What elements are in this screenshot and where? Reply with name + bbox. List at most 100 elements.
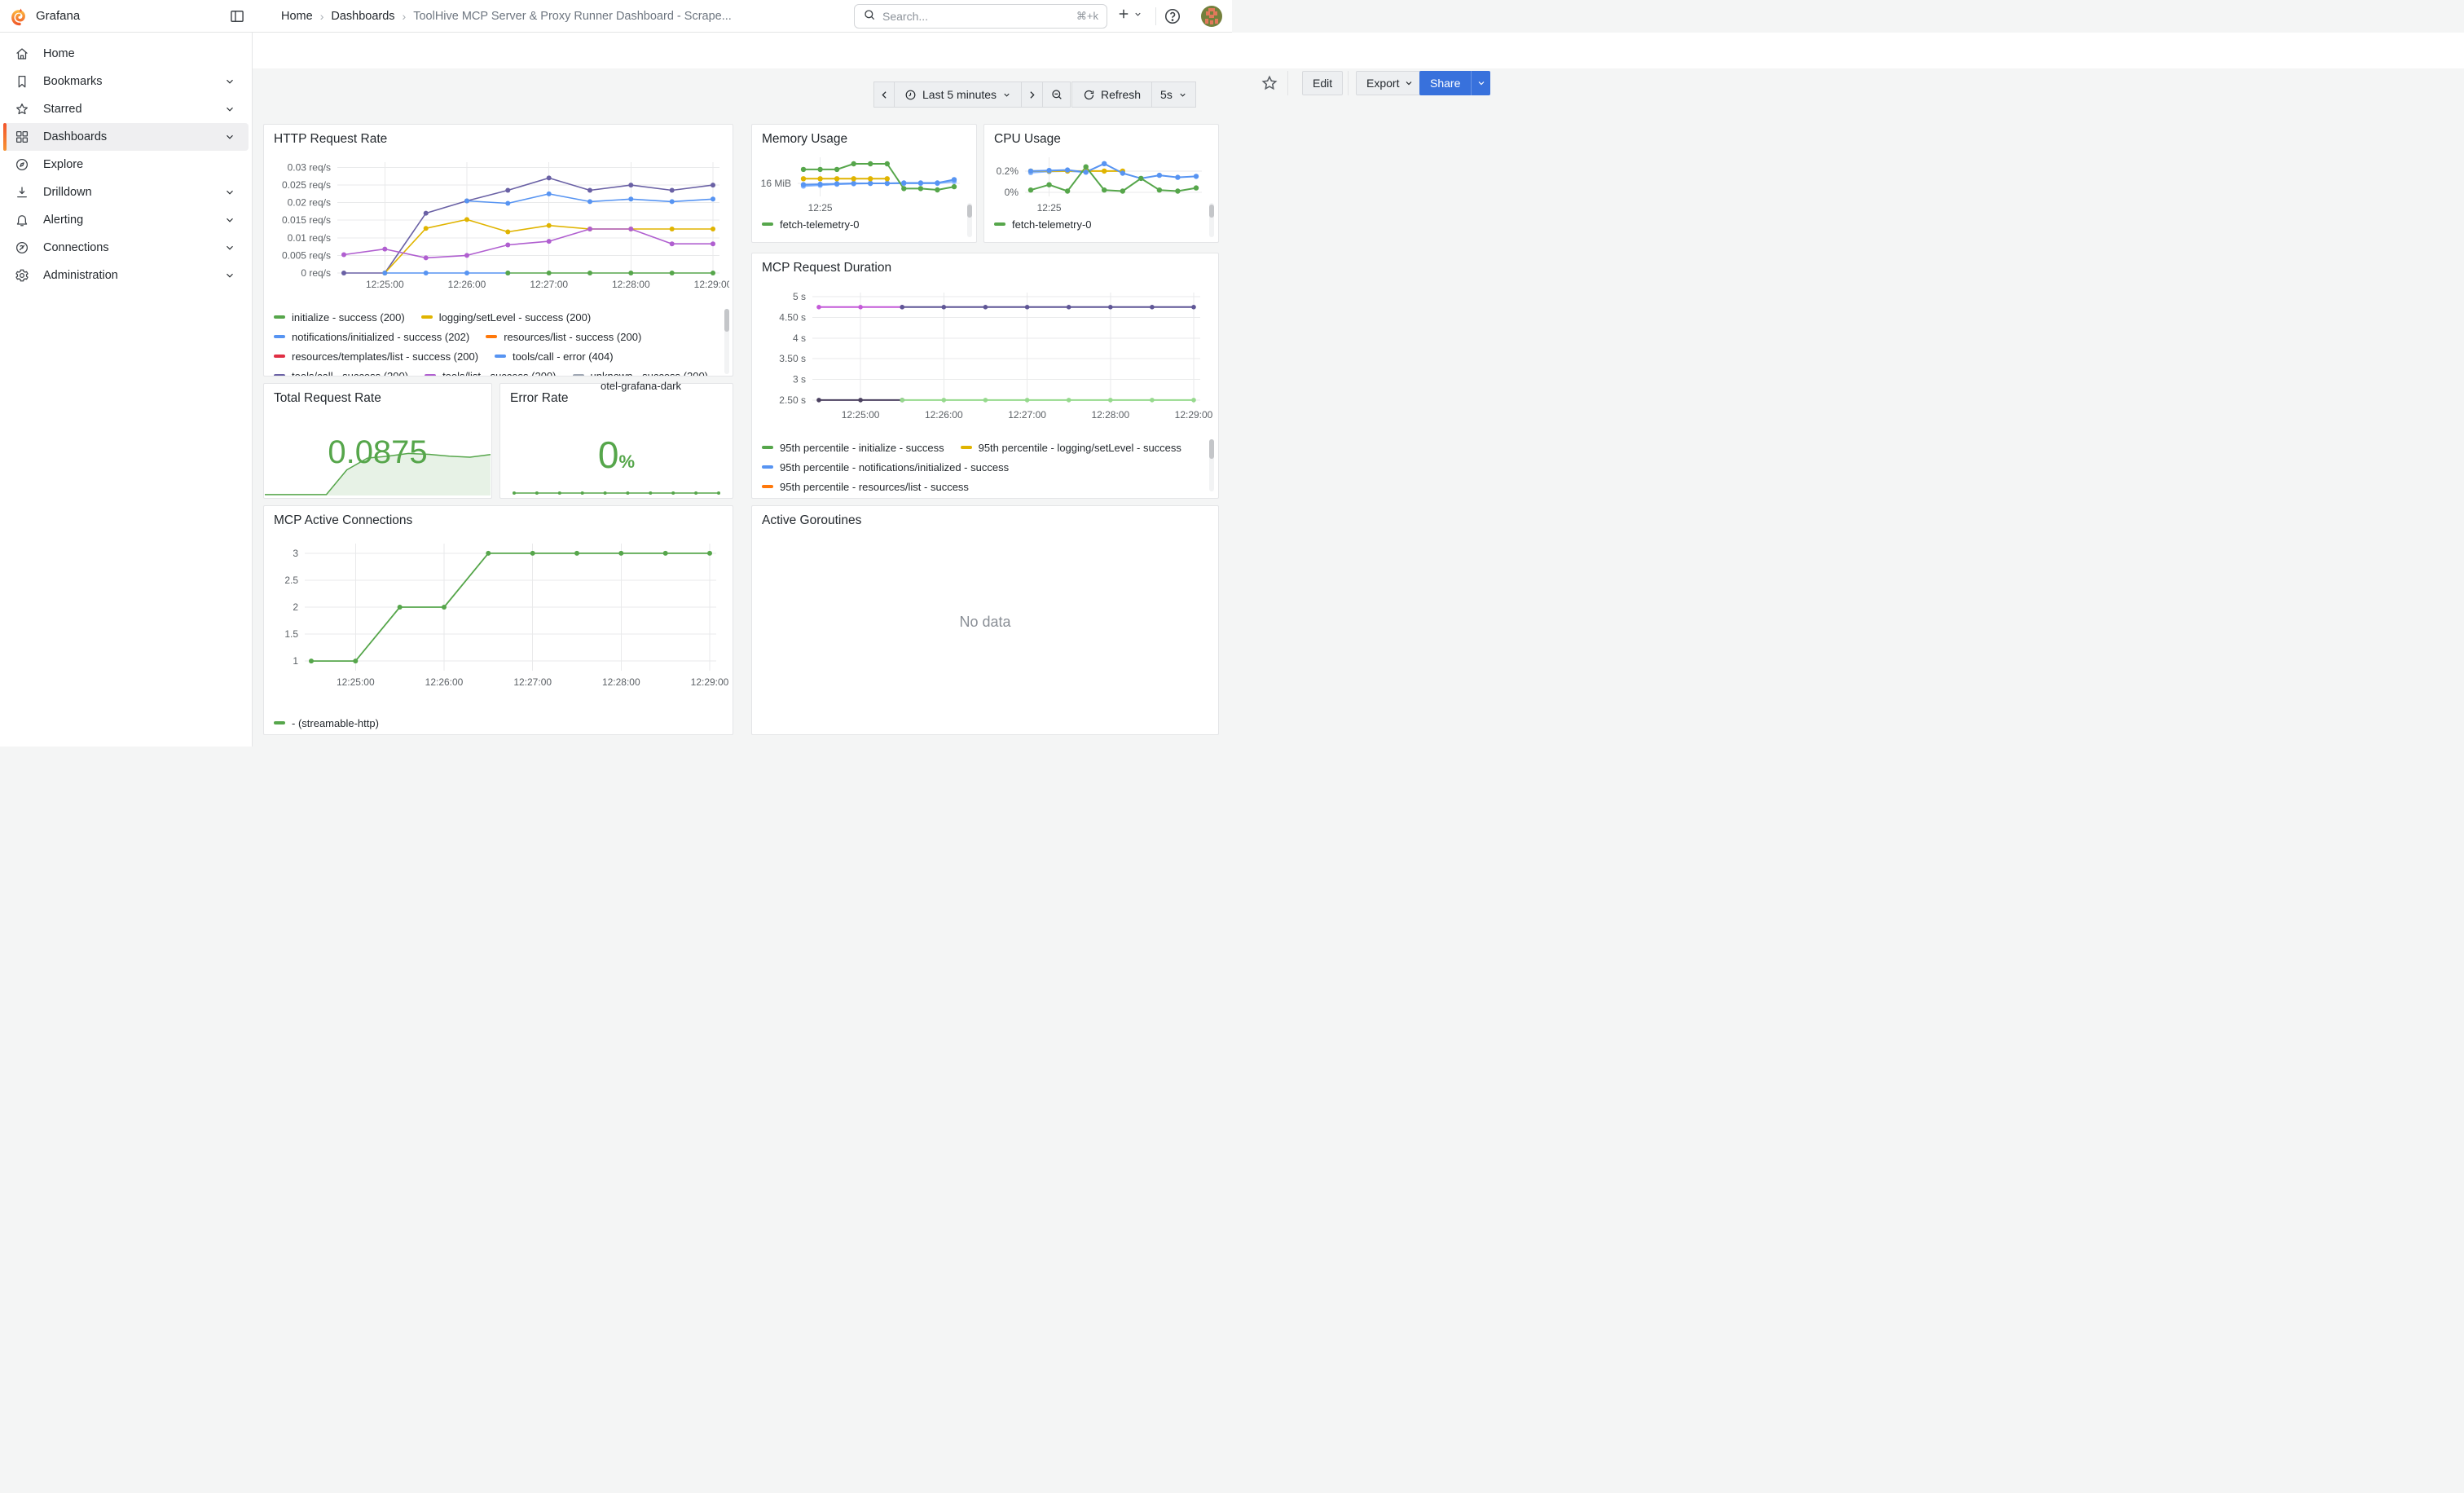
sidebar-item-starred[interactable]: Starred [3, 95, 249, 123]
help-icon[interactable] [1164, 7, 1181, 25]
panel-title[interactable]: CPU Usage [994, 132, 1061, 147]
error-rate-sparkline[interactable] [501, 484, 732, 497]
chevron-down-icon [224, 187, 235, 198]
sidebar-item-dashboards[interactable]: Dashboards [3, 123, 249, 151]
brand-name: Grafana [36, 0, 80, 33]
legend-item[interactable]: 95th percentile - initialize - success [762, 442, 944, 454]
svg-text:3: 3 [293, 548, 298, 559]
breadcrumb-dashboards[interactable]: Dashboards [331, 10, 394, 23]
sidebar-item-explore[interactable]: Explore [3, 151, 249, 178]
panel-title[interactable]: Active Goroutines [762, 513, 861, 528]
legend-item[interactable]: notifications/initialized - success (202… [274, 331, 469, 343]
svg-text:2.5: 2.5 [284, 575, 298, 586]
svg-text:12:26:00: 12:26:00 [448, 279, 486, 290]
legend-swatch [274, 721, 285, 724]
panel-title[interactable]: HTTP Request Rate [274, 132, 387, 147]
breadcrumb-home[interactable]: Home [281, 10, 313, 23]
share-menu-button[interactable] [1471, 71, 1490, 95]
legend-item[interactable]: logging/setLevel - success (200) [421, 311, 591, 324]
time-shift-back-button[interactable] [873, 81, 895, 108]
legend-swatch [274, 374, 285, 376]
share-button[interactable]: Share [1419, 71, 1471, 95]
search-input[interactable]: Search... ⌘+k [854, 4, 1107, 29]
avatar[interactable] [1201, 6, 1222, 27]
chart-legend: 95th percentile - initialize - success 95… [762, 438, 1202, 498]
memory-usage-chart[interactable]: 16 MiB12:25 [757, 151, 971, 214]
legend-row: 95th percentile - initialize - success 95… [762, 438, 1202, 457]
mcp-request-duration-chart[interactable]: 5 s4.50 s4 s3.50 s3 s2.50 s12:25:0012:26… [757, 281, 1213, 434]
cpu-usage-chart[interactable]: 0.2%0%12:25 [989, 151, 1213, 214]
legend-item[interactable]: unknown - success (200) [573, 370, 709, 377]
legend-swatch [274, 315, 285, 319]
sidebar-collapse-icon[interactable] [229, 8, 245, 24]
panel-title[interactable]: Error Rate [510, 391, 569, 406]
legend-item[interactable]: initialize - success (200) [274, 311, 405, 324]
legend-item[interactable]: 95th percentile - logging/setLevel - suc… [961, 442, 1181, 454]
legend-item[interactable]: tools/list - success (200) [425, 370, 556, 377]
sidebar-nav: Home Bookmarks Starred DashboardsExploreDri… [0, 33, 253, 746]
legend-item[interactable]: - (streamable-http) [274, 717, 379, 729]
svg-text:5 s: 5 s [793, 291, 806, 302]
legend-item[interactable]: 95th percentile - notifications/initiali… [762, 461, 1009, 473]
star-icon [15, 102, 29, 117]
sidebar-item-label: Starred [43, 103, 82, 116]
refresh-interval-label: 5s [1160, 88, 1173, 101]
grid-icon [15, 130, 29, 144]
svg-text:2: 2 [293, 601, 298, 613]
toolbar-divider [1287, 71, 1288, 95]
bookmark-icon [15, 74, 29, 89]
legend-swatch [425, 374, 436, 376]
sidebar-item-connections[interactable]: Connections [3, 234, 249, 262]
legend-label: 95th percentile - initialize - success [780, 442, 944, 454]
mcp-active-connections-chart[interactable]: 32.521.5112:25:0012:26:0012:27:0012:28:0… [269, 535, 729, 707]
time-shift-forward-button[interactable] [1022, 81, 1043, 108]
chevron-down-icon [1133, 10, 1142, 19]
grafana-logo-icon[interactable] [10, 7, 29, 26]
svg-text:0.03 req/s: 0.03 req/s [288, 162, 331, 174]
legend-scrollbar-thumb[interactable] [1209, 205, 1214, 218]
legend-item[interactable]: fetch-telemetry-0 [762, 218, 860, 231]
legend-scrollbar-thumb[interactable] [967, 205, 972, 218]
legend-item[interactable]: fetch-telemetry-0 [994, 218, 1092, 231]
legend-swatch [961, 446, 972, 449]
chevron-left-icon [879, 90, 890, 100]
panel-memory-usage: Memory Usage 16 MiB12:25 fetch-telemetry… [751, 124, 977, 243]
legend-scrollbar-thumb[interactable] [1209, 439, 1214, 459]
legend-item[interactable]: tools/call - success (200) [274, 370, 408, 377]
chevron-down-icon [1002, 90, 1011, 99]
legend-item[interactable]: 95th percentile - resources/list - succe… [762, 481, 969, 493]
legend-item[interactable]: tools/call - error (404) [495, 350, 614, 363]
legend-scrollbar-thumb[interactable] [724, 309, 729, 332]
legend-item[interactable]: resources/list - success (200) [486, 331, 641, 343]
svg-text:12:25:00: 12:25:00 [842, 409, 880, 421]
panel-error-rate: Error Rate 0% [499, 383, 733, 499]
legend-scrollbar [724, 309, 729, 374]
new-button[interactable] [1116, 7, 1142, 21]
svg-text:0 req/s: 0 req/s [301, 267, 331, 279]
panel-title[interactable]: MCP Request Duration [762, 261, 891, 275]
time-range-label: Last 5 minutes [922, 88, 997, 101]
sidebar-item-drilldown[interactable]: Drilldown [3, 178, 249, 206]
time-range-picker[interactable]: Last 5 minutes [895, 81, 1022, 108]
sidebar-item-label: Bookmarks [43, 75, 103, 88]
export-button[interactable]: Export [1356, 71, 1424, 95]
panel-title[interactable]: Total Request Rate [274, 391, 381, 406]
legend-swatch [762, 485, 773, 488]
refresh-button[interactable]: Refresh [1071, 81, 1152, 108]
edit-button[interactable]: Edit [1302, 71, 1343, 95]
sidebar-item-bookmarks[interactable]: Bookmarks [3, 68, 249, 95]
legend-row: 95th percentile - resources/list - succe… [762, 477, 1202, 496]
search-placeholder: Search... [882, 10, 1070, 23]
favorite-star-icon[interactable] [1261, 74, 1278, 92]
panel-title[interactable]: MCP Active Connections [274, 513, 412, 528]
sidebar-item-alerting[interactable]: Alerting [3, 206, 249, 234]
sidebar-item-label: Connections [43, 241, 109, 254]
panel-cpu-usage: CPU Usage 0.2%0%12:25 fetch-telemetry-0 [983, 124, 1219, 243]
refresh-interval-picker[interactable]: 5s [1152, 81, 1196, 108]
http-request-rate-chart[interactable]: 0 req/s0.005 req/s0.01 req/s0.015 req/s0… [269, 152, 729, 304]
legend-item[interactable]: resources/templates/list - success (200) [274, 350, 478, 363]
panel-title[interactable]: Memory Usage [762, 132, 847, 147]
sidebar-item-home[interactable]: Home [3, 40, 249, 68]
zoom-out-button[interactable] [1043, 81, 1071, 108]
sidebar-item-administration[interactable]: Administration [3, 262, 249, 289]
